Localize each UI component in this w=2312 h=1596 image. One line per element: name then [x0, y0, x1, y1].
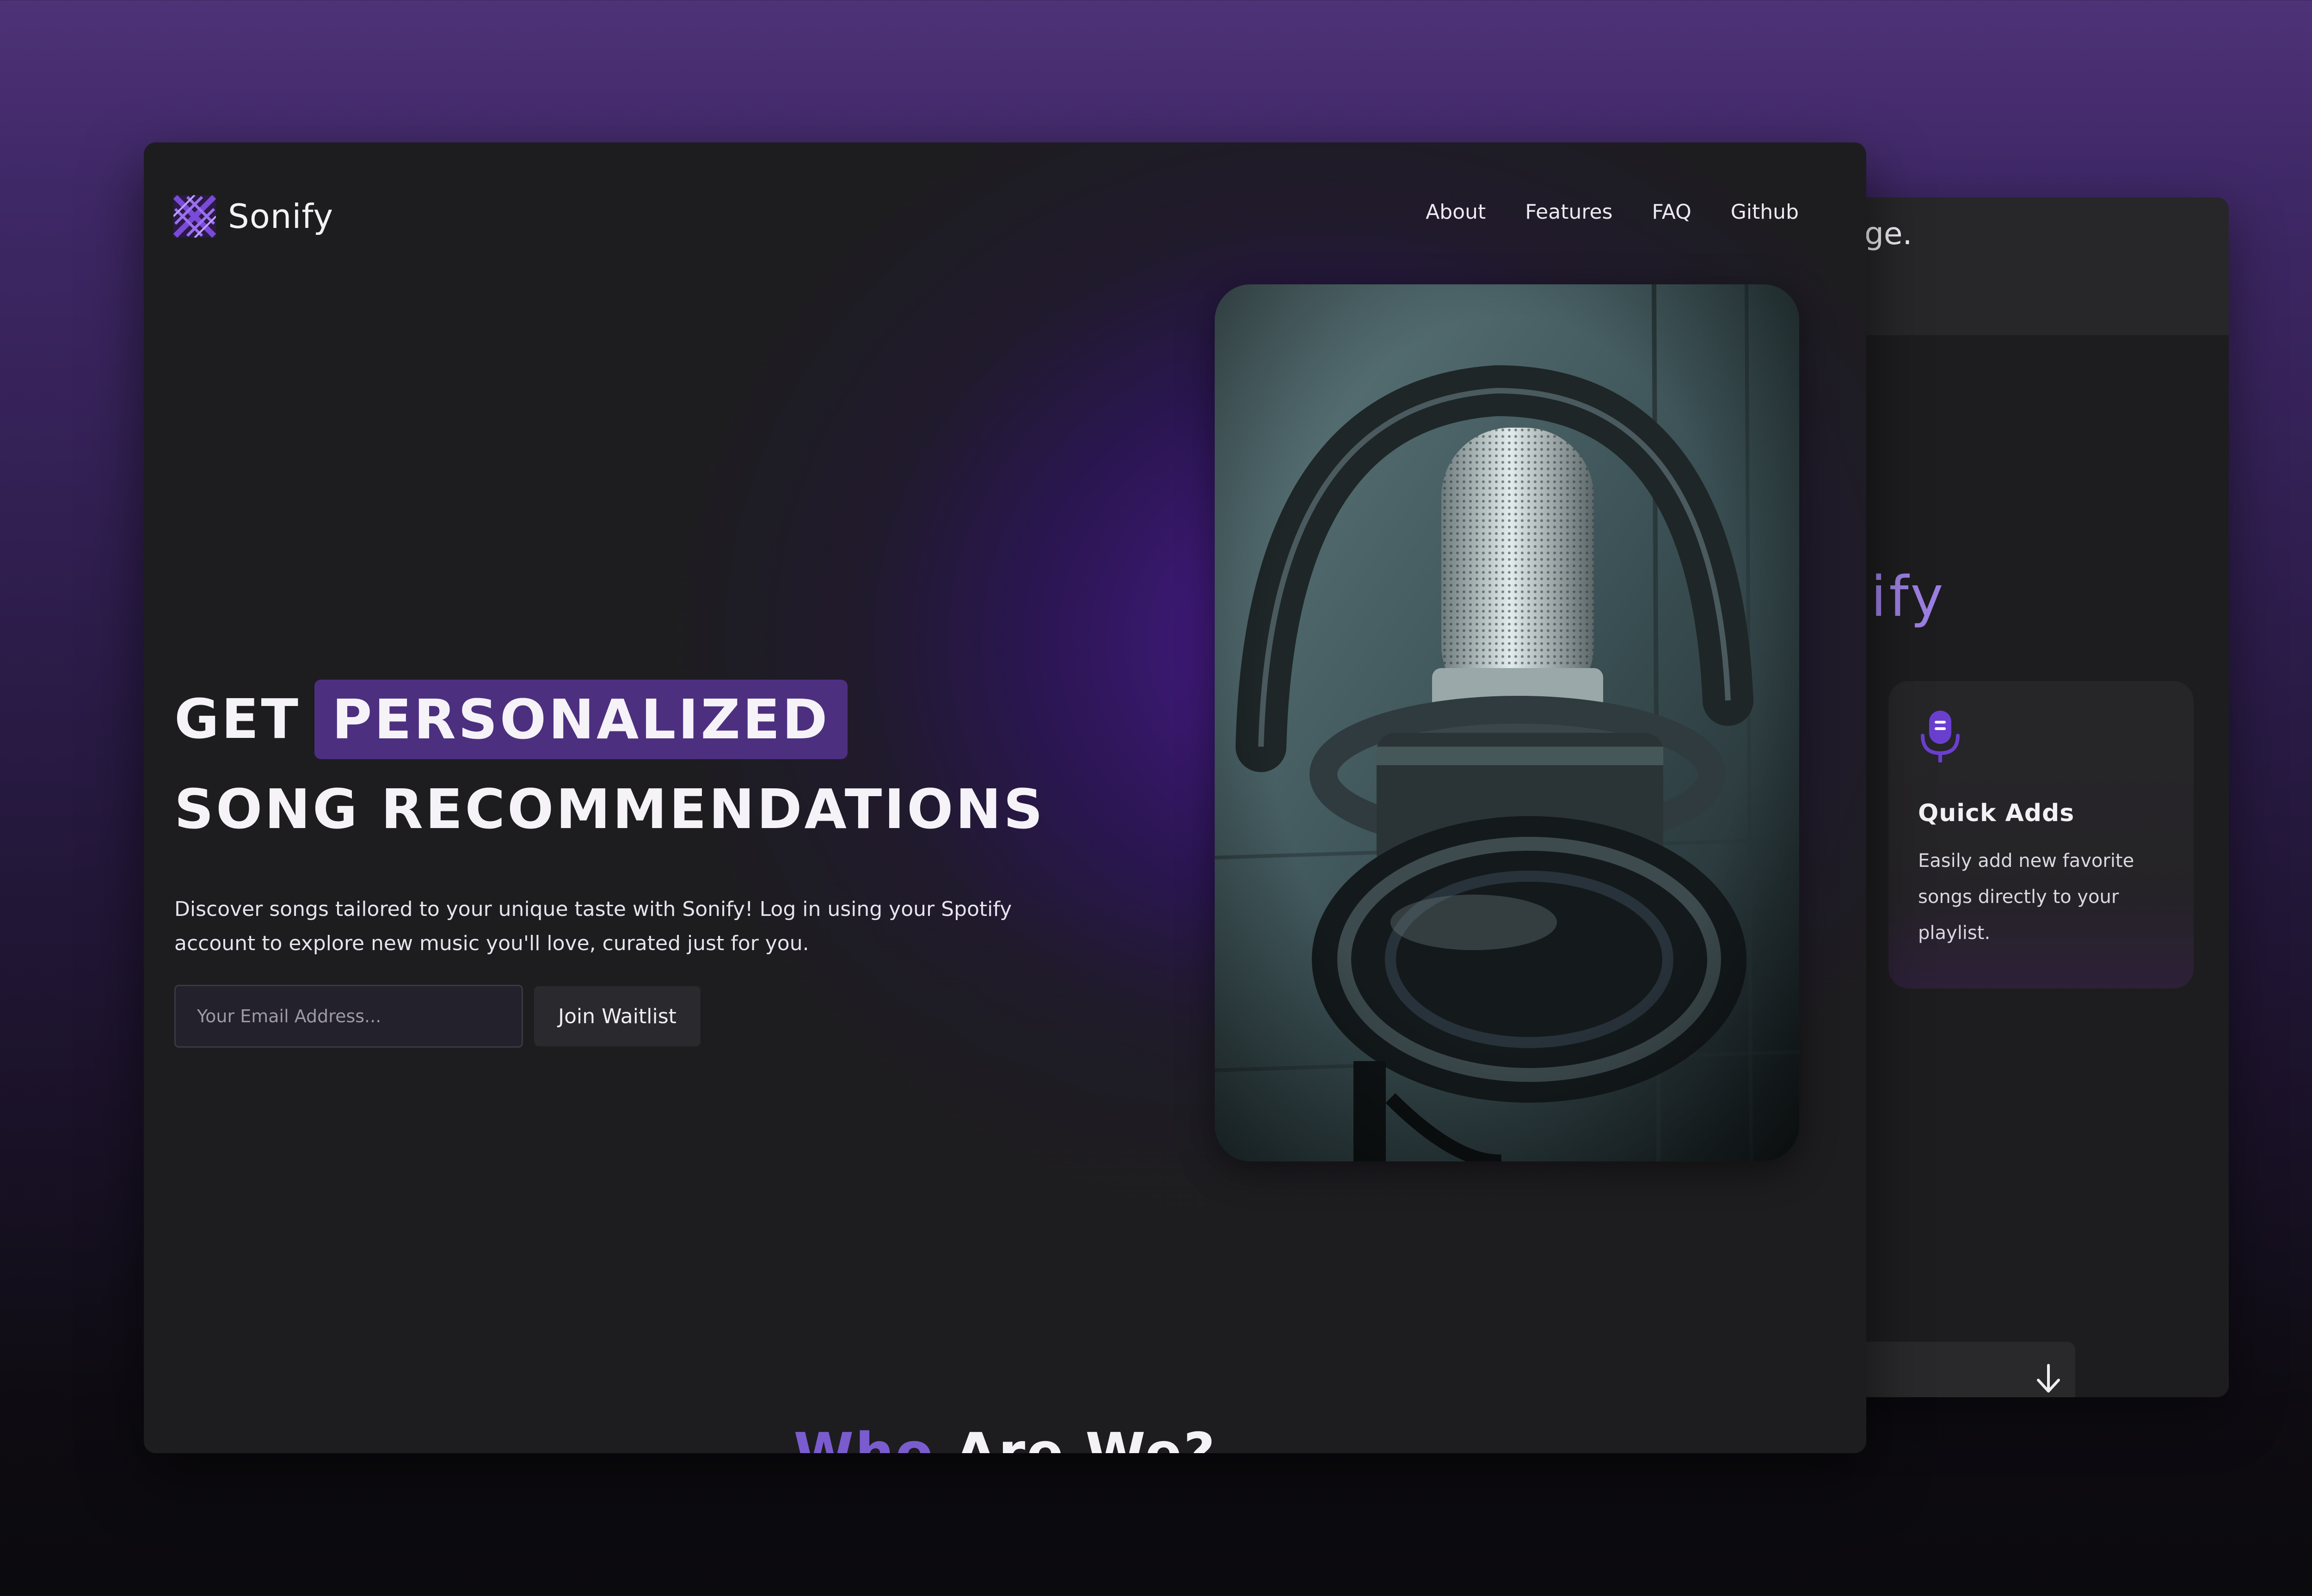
- hero-image-microphone-headphones: [1215, 284, 1799, 1161]
- join-waitlist-button[interactable]: Join Waitlist: [534, 986, 701, 1046]
- microphone-headphones-illustration: [1215, 284, 1799, 1161]
- sonify-logo-icon: [173, 195, 216, 238]
- microphone-icon: [1921, 711, 1960, 762]
- hero-title-prefix: GET: [174, 687, 301, 751]
- hero-description: Discover songs tailored to your unique t…: [174, 897, 1012, 955]
- hero-title: GET PERSONALIZED SONG RECOMMENDATIONS: [174, 674, 1045, 854]
- who-heading-accent: Who: [793, 1421, 935, 1453]
- hero-title-line2: SONG RECOMMENDATIONS: [174, 777, 1045, 841]
- arrow-down-icon[interactable]: [2035, 1363, 2062, 1395]
- nav-github[interactable]: Github: [1731, 200, 1799, 224]
- feature-title: Quick Adds: [1918, 799, 2075, 827]
- waitlist-form: Join Waitlist: [174, 985, 701, 1048]
- nav-features[interactable]: Features: [1525, 200, 1612, 224]
- brand-logo[interactable]: Sonify: [173, 189, 333, 244]
- back-window-heading-fragment: ify: [1871, 565, 1946, 629]
- main-window: Sonify About Features FAQ Github GET PER…: [144, 142, 1866, 1453]
- section-heading-who-are-we: Who Are We?: [144, 1421, 1866, 1453]
- feature-description: Easily add new favorite songs directly t…: [1918, 850, 2134, 944]
- back-window-text-fragment: ge.: [1864, 216, 1912, 252]
- who-heading-rest: Are We?: [954, 1421, 1217, 1453]
- secondary-window: ge. ify Quick Adds Easily add new favori…: [1831, 197, 2229, 1397]
- brand-name: Sonify: [228, 197, 334, 236]
- top-navigation: About Features FAQ Github: [1386, 200, 1799, 224]
- hero-title-highlight: PERSONALIZED: [314, 679, 848, 759]
- nav-about[interactable]: About: [1426, 200, 1486, 224]
- feature-card-quick-adds: Quick Adds Easily add new favorite songs…: [1888, 681, 2194, 988]
- nav-faq[interactable]: FAQ: [1652, 200, 1691, 224]
- email-input[interactable]: [174, 985, 523, 1048]
